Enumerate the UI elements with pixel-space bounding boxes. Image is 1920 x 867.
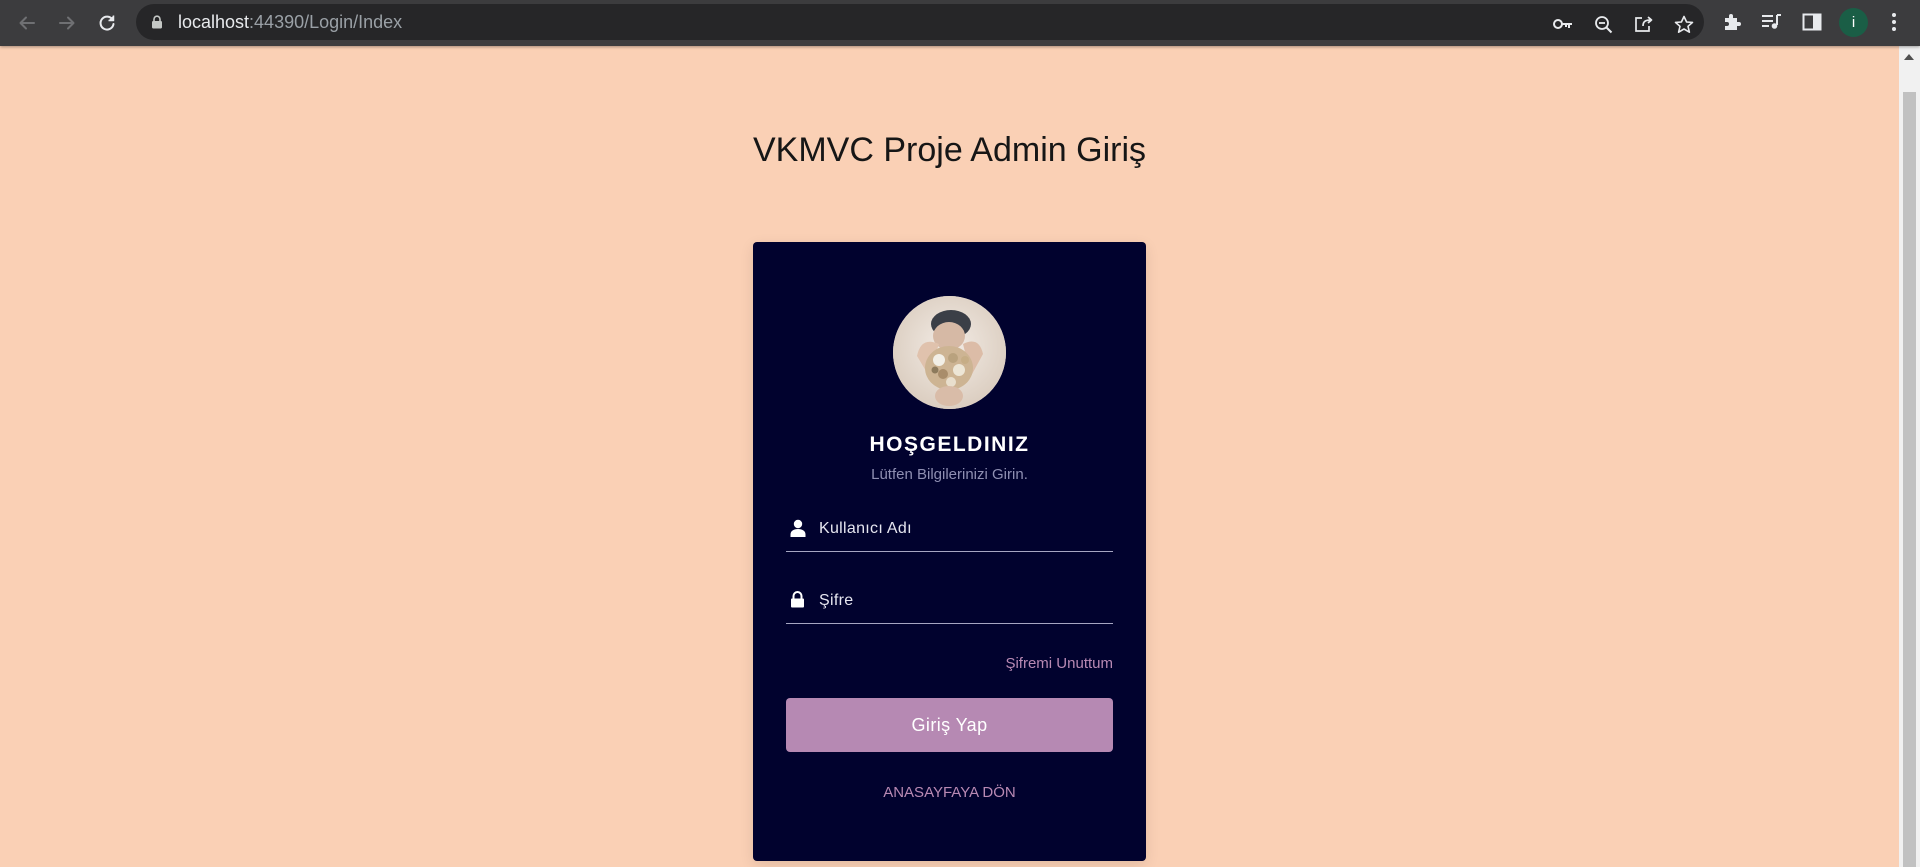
forward-arrow-icon[interactable] xyxy=(53,9,81,37)
address-host: localhost xyxy=(178,12,250,32)
login-button[interactable]: Giriş Yap xyxy=(786,698,1113,752)
media-queue-icon[interactable] xyxy=(1760,10,1784,34)
lock-icon xyxy=(151,15,163,34)
login-card: HOŞGELDINIZ Lütfen Bilgilerinizi Girin. … xyxy=(753,242,1146,861)
user-avatar-image xyxy=(893,296,1006,409)
lock-icon xyxy=(790,591,805,613)
browser-toolbar: localhost:44390/Login/Index i xyxy=(0,0,1920,46)
home-link[interactable]: ANASAYFAYA DÖN xyxy=(753,784,1146,801)
profile-avatar[interactable]: i xyxy=(1839,8,1868,37)
forgot-password-link[interactable]: Şifremi Unuttum xyxy=(1005,655,1113,672)
side-panel-icon[interactable] xyxy=(1800,10,1824,34)
username-field xyxy=(786,507,1113,552)
puzzle-icon[interactable] xyxy=(1720,10,1744,34)
key-icon[interactable] xyxy=(1552,13,1574,35)
address-path: :44390/Login/Index xyxy=(249,12,403,32)
login-subtitle: Lütfen Bilgilerinizi Girin. xyxy=(871,466,1028,483)
star-icon[interactable] xyxy=(1673,13,1695,35)
username-input[interactable] xyxy=(819,517,1109,541)
password-input[interactable] xyxy=(819,589,1109,613)
page-scrollbar[interactable] xyxy=(1899,46,1920,867)
back-arrow-icon[interactable] xyxy=(13,9,41,37)
page-title: VKMVC Proje Admin Giriş xyxy=(753,131,1146,169)
share-icon[interactable] xyxy=(1633,13,1655,35)
address-url: localhost:44390/Login/Index xyxy=(178,13,402,31)
address-bar[interactable]: localhost:44390/Login/Index xyxy=(136,4,1704,40)
kebab-menu-icon[interactable] xyxy=(1882,10,1906,34)
scroll-up-arrow-icon[interactable] xyxy=(1904,54,1914,60)
password-field xyxy=(786,579,1113,624)
scroll-thumb[interactable] xyxy=(1903,92,1916,867)
reload-icon[interactable] xyxy=(93,9,121,37)
zoom-out-icon[interactable] xyxy=(1592,13,1614,35)
welcome-heading: HOŞGELDINIZ xyxy=(869,433,1030,456)
user-icon xyxy=(790,519,806,542)
